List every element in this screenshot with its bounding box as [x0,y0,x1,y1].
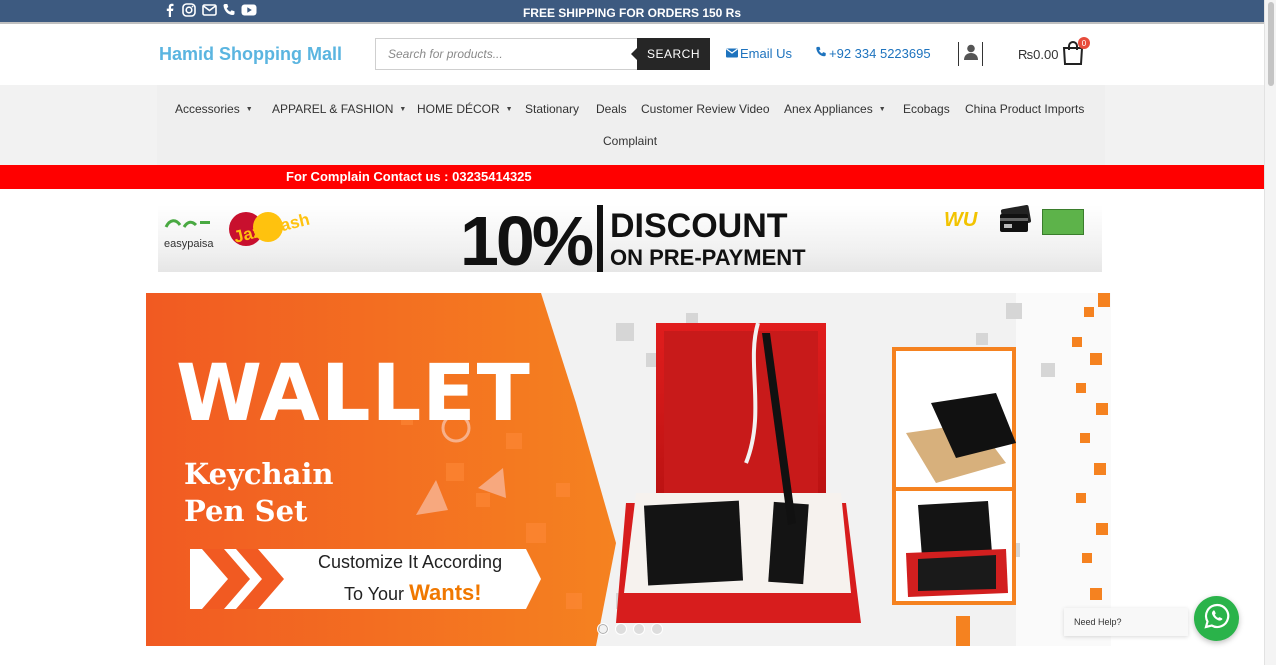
cart-total[interactable]: ₨0.00 [1018,47,1058,62]
account-button[interactable] [958,42,983,66]
nav-item-stationary[interactable]: Stationary [525,102,579,116]
hero-cta-line2: To Your Wants! [344,580,482,605]
page-scrollbar[interactable] [1264,0,1276,665]
site-logo-text[interactable]: Hamid Shopping Mall [159,44,342,65]
hero-subtitle: Keychain Pen Set [184,457,334,528]
nav-item-ecobags[interactable]: Ecobags [903,102,950,116]
nav-item-deals[interactable]: Deals [596,102,627,116]
nav-item-home-decor[interactable]: HOME DÉCOR ▼ [417,102,513,116]
phone-number: +92 334 5223695 [829,46,931,61]
slider-dot[interactable] [633,623,645,635]
discount-heading: DISCOUNT [610,207,788,245]
phone-icon [815,46,827,61]
caret-down-icon: ▼ [399,105,407,113]
caret-down-icon: ▼ [245,105,253,113]
email-us-label: Email Us [740,46,793,61]
main-navigation: Accessories ▼ APPAREL & FASHION ▼ HOME DÉC… [0,85,1264,165]
user-icon [963,44,978,65]
caret-down-icon: ▼ [505,105,513,113]
slider-dot[interactable] [615,623,627,635]
easypaisa-logo: easypaisa [164,217,214,250]
envelope-icon [726,47,738,61]
hero-slider[interactable]: WALLET Keychain Pen Set Customize It Acc… [146,293,1111,646]
phone-link[interactable]: +92 334 5223695 [815,46,931,61]
slider-dot[interactable] [597,623,609,635]
search-button[interactable]: SEARCH [631,38,710,70]
credit-card-icon [998,205,1032,233]
discount-percent: 10% [460,205,594,272]
free-shipping-notice: FREE SHIPPING FOR ORDERS 150 Rs [522,6,742,20]
complaint-contact-bar: For Complain Contact us : 03235414325 [0,165,1264,189]
search-input[interactable] [375,38,637,70]
jazzcash-logo: JazzCash [226,205,312,252]
slider-dot[interactable] [651,623,663,635]
hero-title: WALLET [176,349,531,439]
complaint-contact-text: For Complain Contact us : 03235414325 [286,169,532,184]
western-union-logo: WU [944,209,978,231]
top-announcement-bar: FREE SHIPPING FOR ORDERS 150 Rs [0,0,1264,24]
nav-item-customer-review-video[interactable]: Customer Review Video [641,102,770,116]
nav-item-apparel-fashion[interactable]: APPAREL & FASHION ▼ [272,102,406,116]
discount-subheading: ON PRE-PAYMENT [610,245,806,270]
caret-down-icon: ▼ [878,105,886,113]
nav-item-anex-appliances[interactable]: Anex Appliances ▼ [784,102,886,116]
nav-item-accessories[interactable]: Accessories ▼ [175,102,253,116]
hero-cta-line1: Customize It According [318,552,503,572]
nav-menu: Accessories ▼ APPAREL & FASHION ▼ HOME DÉC… [157,85,1105,165]
need-help-label[interactable]: Need Help? [1064,608,1188,636]
banner-divider [597,205,603,272]
nav-item-china-product-imports[interactable]: China Product Imports [965,102,1084,116]
whatsapp-icon [1203,603,1230,634]
debit-card-icon [1042,209,1084,235]
slider-pagination [597,623,663,635]
scrollbar-thumb[interactable] [1268,2,1274,86]
whatsapp-chat-button[interactable] [1194,596,1239,641]
email-us-link[interactable]: Email Us [726,46,792,61]
nav-item-complaint[interactable]: Complaint [603,134,657,148]
product-search: SEARCH [375,38,710,70]
cart-count-badge: 0 [1078,37,1090,49]
prepayment-discount-banner[interactable]: easypaisa JazzCash 10% DISCOUNT ON PRE-P… [158,205,1102,272]
